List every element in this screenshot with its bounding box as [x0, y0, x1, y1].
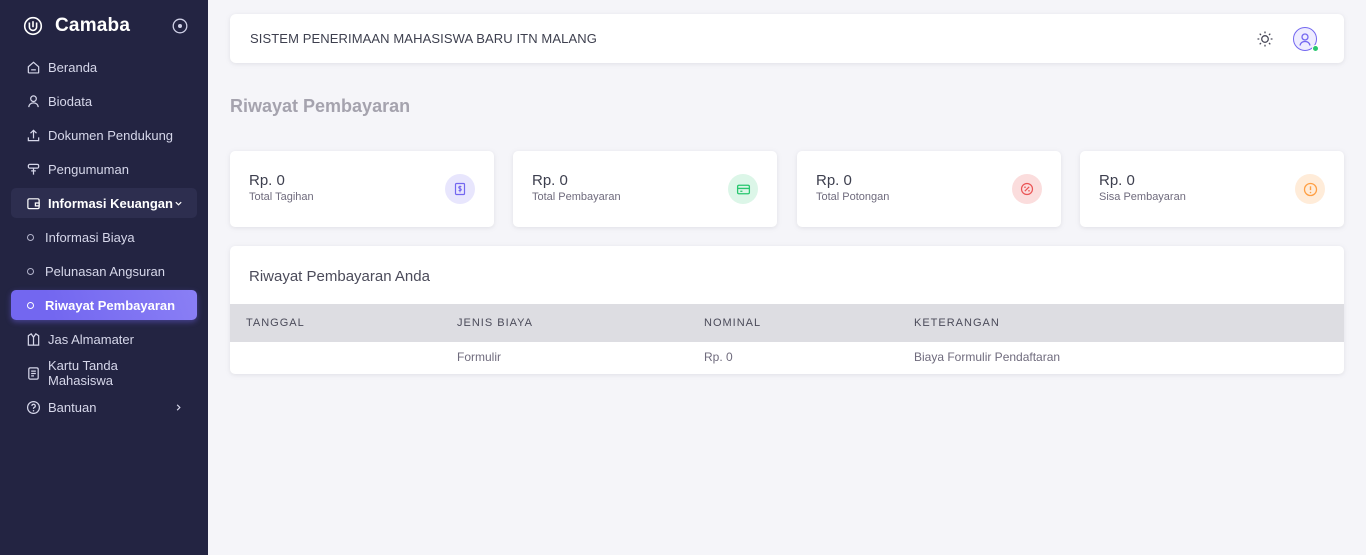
- column-header-nominal: NOMINAL: [704, 317, 762, 329]
- chevron-down-icon: [173, 198, 183, 208]
- sidebar-subitem-riwayat-pembayaran[interactable]: Riwayat Pembayaran: [11, 290, 197, 320]
- sidebar-subitem-label: Riwayat Pembayaran: [45, 297, 176, 313]
- upload-icon: [25, 127, 41, 143]
- column-header-tanggal: TANGGAL: [246, 317, 305, 329]
- brand-logo-icon: [22, 15, 44, 37]
- stat-label: Sisa Pembayaran: [1099, 191, 1186, 203]
- stat-label: Total Pembayaran: [532, 191, 621, 203]
- stat-label: Total Tagihan: [249, 191, 314, 203]
- page-title: Riwayat Pembayaran: [230, 96, 411, 116]
- wallet-icon: [25, 195, 41, 211]
- brand-name: Camaba: [55, 15, 131, 36]
- table-header: TANGGAL JENIS BIAYA NOMINAL KETERANGAN: [230, 304, 1344, 342]
- table-row: Formulir Rp. 0 Biaya Formulir Pendaftara…: [230, 342, 1344, 374]
- credit-card-icon: [728, 174, 758, 204]
- navbar-title: SISTEM PENERIMAAN MAHASISWA BARU ITN MAL…: [250, 31, 597, 46]
- stat-amount: Rp. 0: [532, 172, 568, 189]
- sidebar-subitem-informasi-biaya[interactable]: Informasi Biaya: [11, 222, 197, 252]
- cell-jenis-biaya: Formulir: [457, 350, 501, 364]
- bullet-circle-icon: [27, 233, 34, 241]
- sidebar-subitem-pelunasan-angsuran[interactable]: Pelunasan Angsuran: [11, 256, 197, 286]
- sidebar-item-dokumen-pendukung[interactable]: Dokumen Pendukung: [11, 120, 197, 150]
- sidebar-item-label: Informasi Keuangan: [48, 195, 173, 211]
- sidebar-item-label: Kartu Tanda Mahasiswa: [48, 358, 118, 388]
- cell-nominal: Rp. 0: [704, 350, 733, 364]
- column-header-jenis-biaya: JENIS BIAYA: [457, 317, 534, 329]
- bullet-circle-icon: [27, 301, 34, 309]
- discount-icon: [1012, 174, 1042, 204]
- payment-history-card: Riwayat Pembayaran Anda TANGGAL JENIS BI…: [230, 246, 1344, 374]
- id-card-icon: [25, 365, 41, 381]
- stat-amount: Rp. 0: [816, 172, 852, 189]
- sidebar-menu: Beranda Biodata Dokumen Pendukung Pengum…: [0, 52, 208, 422]
- announcement-icon: [25, 161, 41, 177]
- navbar-actions: [1255, 26, 1324, 52]
- table-title: Riwayat Pembayaran Anda: [249, 268, 430, 285]
- column-header-keterangan: KETERANGAN: [914, 317, 1000, 329]
- cell-keterangan: Biaya Formulir Pendaftaran: [914, 350, 1061, 364]
- sidebar-item-label: Beranda: [48, 59, 98, 75]
- stat-card-total-tagihan: Rp. 0 Total Tagihan: [230, 151, 494, 227]
- home-icon: [25, 59, 41, 75]
- online-status-dot: [1312, 44, 1319, 52]
- stat-card-sisa-pembayaran: Rp. 0 Sisa Pembayaran: [1080, 151, 1344, 227]
- sidebar-subitem-label: Pelunasan Angsuran: [45, 263, 165, 279]
- sidebar: Camaba Beranda Biodata Dokumen Pendukung…: [0, 0, 208, 555]
- sidebar-item-kartu-tanda-mahasiswa[interactable]: Kartu Tanda Mahasiswa: [11, 358, 197, 388]
- sidebar-item-label: Dokumen Pendukung: [48, 127, 174, 143]
- sidebar-item-bantuan[interactable]: Bantuan: [11, 392, 197, 422]
- top-navbar: SISTEM PENERIMAAN MAHASISWA BARU ITN MAL…: [230, 14, 1344, 63]
- stat-amount: Rp. 0: [249, 172, 285, 189]
- sidebar-item-label: Biodata: [48, 93, 93, 109]
- sidebar-toggle-icon[interactable]: [172, 18, 188, 34]
- user-avatar-icon: [1299, 32, 1311, 46]
- shirt-icon: [25, 331, 41, 347]
- sidebar-item-pengumuman[interactable]: Pengumuman: [11, 154, 197, 184]
- sidebar-subitem-label: Informasi Biaya: [45, 229, 135, 245]
- stat-label: Total Potongan: [816, 191, 890, 203]
- sidebar-item-label: Pengumuman: [48, 161, 129, 177]
- invoice-icon: [445, 174, 475, 204]
- sidebar-item-beranda[interactable]: Beranda: [11, 52, 197, 82]
- stat-card-total-pembayaran: Rp. 0 Total Pembayaran: [513, 151, 777, 227]
- chevron-right-icon: [173, 402, 183, 412]
- sidebar-item-label: Jas Almamater: [48, 331, 134, 347]
- sidebar-item-biodata[interactable]: Biodata: [11, 86, 197, 116]
- sidebar-item-label: Bantuan: [48, 399, 97, 415]
- alert-icon: [1295, 174, 1325, 204]
- user-icon: [25, 93, 41, 109]
- sidebar-item-informasi-keuangan[interactable]: Informasi Keuangan: [11, 188, 197, 218]
- bullet-circle-icon: [27, 267, 34, 275]
- stat-card-total-potongan: Rp. 0 Total Potongan: [797, 151, 1061, 227]
- sidebar-item-jas-almamater[interactable]: Jas Almamater: [11, 324, 197, 354]
- help-icon: [25, 399, 41, 415]
- stat-amount: Rp. 0: [1099, 172, 1135, 189]
- sun-icon[interactable]: [1255, 29, 1275, 49]
- brand[interactable]: Camaba: [0, 0, 208, 52]
- avatar[interactable]: [1293, 26, 1319, 52]
